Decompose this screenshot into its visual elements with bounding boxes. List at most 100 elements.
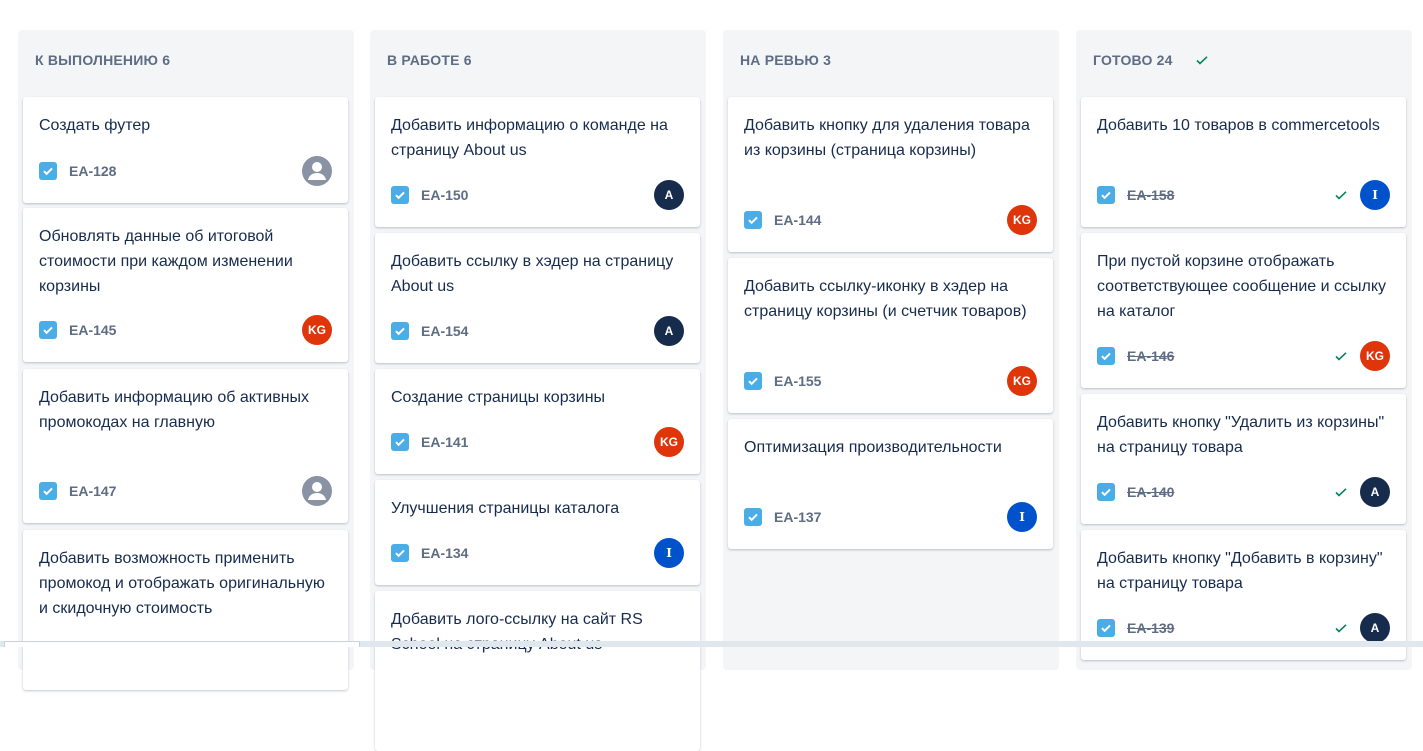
- issue-key[interactable]: EA-140: [1127, 483, 1174, 501]
- card-footer: EA-154 A: [391, 316, 684, 346]
- issue-card[interactable]: Добавить лого-ссылку на сайт RS School н…: [375, 591, 700, 751]
- issue-key[interactable]: EA-145: [69, 321, 116, 339]
- issue-key[interactable]: EA-128: [69, 162, 116, 180]
- card-footer: EA-155 KG: [744, 366, 1037, 396]
- checkbox-icon: [1097, 186, 1115, 204]
- issue-key[interactable]: EA-154: [421, 322, 468, 340]
- card-footer: EA-150 A: [391, 180, 684, 210]
- issue-summary: Добавить возможность применить промокод …: [39, 550, 325, 617]
- checkbox-icon: [1097, 347, 1115, 365]
- issue-summary: Создать футер: [39, 117, 151, 134]
- user-icon[interactable]: [302, 476, 332, 506]
- issue-key[interactable]: EA-134: [421, 544, 468, 562]
- issue-card[interactable]: Добавить кнопку для удаления товара из к…: [728, 97, 1053, 252]
- card-footer: EA-141 KG: [391, 427, 684, 457]
- column-in-progress: В РАБОТЕ 6 Добавить информацию о команде…: [370, 30, 706, 751]
- column-header: В РАБОТЕ 6: [387, 52, 472, 68]
- issue-card[interactable]: Создать футер EA-128: [23, 97, 348, 203]
- avatar[interactable]: A: [654, 316, 684, 346]
- checkbox-icon: [744, 372, 762, 390]
- card-footer: EA-145 KG: [39, 315, 332, 345]
- avatar[interactable]: I: [654, 538, 684, 568]
- check-icon: [1335, 624, 1347, 633]
- issue-summary: Добавить ссылку-иконку в хэдер на страни…: [744, 278, 1027, 320]
- checkbox-icon: [391, 322, 409, 340]
- issue-summary: Добавить ссылку в хэдер на страницу Abou…: [391, 253, 674, 295]
- checkbox-icon: [1097, 619, 1115, 637]
- issue-key[interactable]: EA-144: [774, 211, 821, 229]
- avatar[interactable]: A: [1360, 477, 1390, 507]
- issue-card[interactable]: Добавить информацию о команде на страниц…: [375, 97, 700, 227]
- column-header: НА РЕВЬЮ 3: [740, 52, 831, 68]
- column-done: ГОТОВО 24 Добавить 10 товаров в commerce…: [1076, 30, 1412, 670]
- issue-key[interactable]: EA-155: [774, 372, 821, 390]
- card-footer: EA-147: [39, 476, 332, 506]
- column-todo: К ВЫПОЛНЕНИЮ 6 Создать футер EA-128 Обно…: [18, 30, 354, 690]
- avatar[interactable]: KG: [1360, 341, 1390, 371]
- issue-summary: Добавить лого-ссылку на сайт RS School н…: [391, 611, 643, 653]
- column-title: В РАБОТЕ 6: [387, 52, 472, 68]
- card-footer: EA-144 KG: [744, 205, 1037, 235]
- avatar[interactable]: KG: [1007, 205, 1037, 235]
- column-header: К ВЫПОЛНЕНИЮ 6: [35, 52, 170, 68]
- issue-card[interactable]: Улучшения страницы каталога EA-134 I: [375, 480, 700, 585]
- avatar[interactable]: A: [654, 180, 684, 210]
- column-title: НА РЕВЬЮ 3: [740, 52, 832, 68]
- avatar[interactable]: A: [1360, 613, 1390, 643]
- check-icon: [1335, 488, 1347, 497]
- checkbox-icon: [744, 508, 762, 526]
- check-icon: [1335, 352, 1347, 361]
- issue-card[interactable]: Оптимизация производительности EA-137 I: [728, 419, 1053, 549]
- issue-summary: Добавить 10 товаров в commercetools: [1097, 117, 1380, 134]
- card-footer: EA-139 A: [1097, 613, 1390, 643]
- checkbox-icon: [39, 482, 57, 500]
- issue-summary: Добавить кнопку для удаления товара из к…: [744, 117, 1030, 159]
- checkbox-icon: [39, 321, 57, 339]
- check-icon: [1335, 191, 1347, 200]
- issue-key[interactable]: EA-137: [774, 508, 821, 526]
- issue-summary: Создание страницы корзины: [391, 389, 606, 406]
- issue-summary: Улучшения страницы каталога: [391, 500, 620, 517]
- issue-key[interactable]: EA-141: [421, 433, 468, 451]
- issue-summary: Добавить кнопку "Удалить из корзины" на …: [1097, 414, 1385, 456]
- issue-card[interactable]: Обновлять данные об итоговой стоимости п…: [23, 208, 348, 362]
- issue-key[interactable]: EA-139: [1127, 619, 1174, 637]
- issue-card[interactable]: Добавить 10 товаров в commercetools EA-1…: [1081, 97, 1406, 227]
- user-icon[interactable]: [302, 156, 332, 186]
- avatar[interactable]: KG: [1007, 366, 1037, 396]
- card-footer: EA-134 I: [391, 538, 684, 568]
- issue-key[interactable]: EA-150: [421, 186, 468, 204]
- issue-card[interactable]: Добавить кнопку "Удалить из корзины" на …: [1081, 394, 1406, 524]
- checkbox-icon: [1097, 483, 1115, 501]
- issue-key[interactable]: EA-158: [1127, 186, 1174, 204]
- avatar[interactable]: I: [1360, 180, 1390, 210]
- issue-key[interactable]: EA-147: [69, 482, 116, 500]
- issue-summary: Обновлять данные об итоговой стоимости п…: [39, 228, 293, 295]
- column-title: ГОТОВО 24: [1093, 52, 1173, 68]
- check-icon: [1196, 56, 1208, 65]
- issue-card[interactable]: Создание страницы корзины EA-141 KG: [375, 369, 700, 474]
- bottom-bar: [0, 641, 1423, 647]
- avatar[interactable]: I: [1007, 502, 1037, 532]
- issue-summary: Добавить кнопку "Добавить в корзину" на …: [1097, 550, 1383, 592]
- avatar[interactable]: KG: [302, 315, 332, 345]
- issue-card[interactable]: Добавить информацию об активных промокод…: [23, 369, 348, 523]
- issue-card[interactable]: При пустой корзине отображать соответств…: [1081, 233, 1406, 388]
- issue-summary: Оптимизация производительности: [744, 439, 1002, 456]
- checkbox-icon: [391, 433, 409, 451]
- card-footer: EA-140 A: [1097, 477, 1390, 507]
- kanban-board: К ВЫПОЛНЕНИЮ 6 Создать футер EA-128 Обно…: [0, 0, 1423, 751]
- card-footer: EA-146 KG: [1097, 341, 1390, 371]
- issue-summary: При пустой корзине отображать соответств…: [1097, 253, 1387, 320]
- issue-card[interactable]: Добавить ссылку в хэдер на страницу Abou…: [375, 233, 700, 363]
- card-footer: EA-137 I: [744, 502, 1037, 532]
- checkbox-icon: [39, 162, 57, 180]
- column-review: НА РЕВЬЮ 3 Добавить кнопку для удаления …: [723, 30, 1059, 670]
- card-footer: EA-128: [39, 156, 332, 186]
- bottom-tab[interactable]: [4, 641, 360, 647]
- issue-card[interactable]: Добавить ссылку-иконку в хэдер на страни…: [728, 258, 1053, 413]
- issue-key[interactable]: EA-146: [1127, 347, 1174, 365]
- avatar[interactable]: KG: [654, 427, 684, 457]
- issue-card[interactable]: Добавить возможность применить промокод …: [23, 530, 348, 690]
- column-title: К ВЫПОЛНЕНИЮ 6: [35, 52, 171, 68]
